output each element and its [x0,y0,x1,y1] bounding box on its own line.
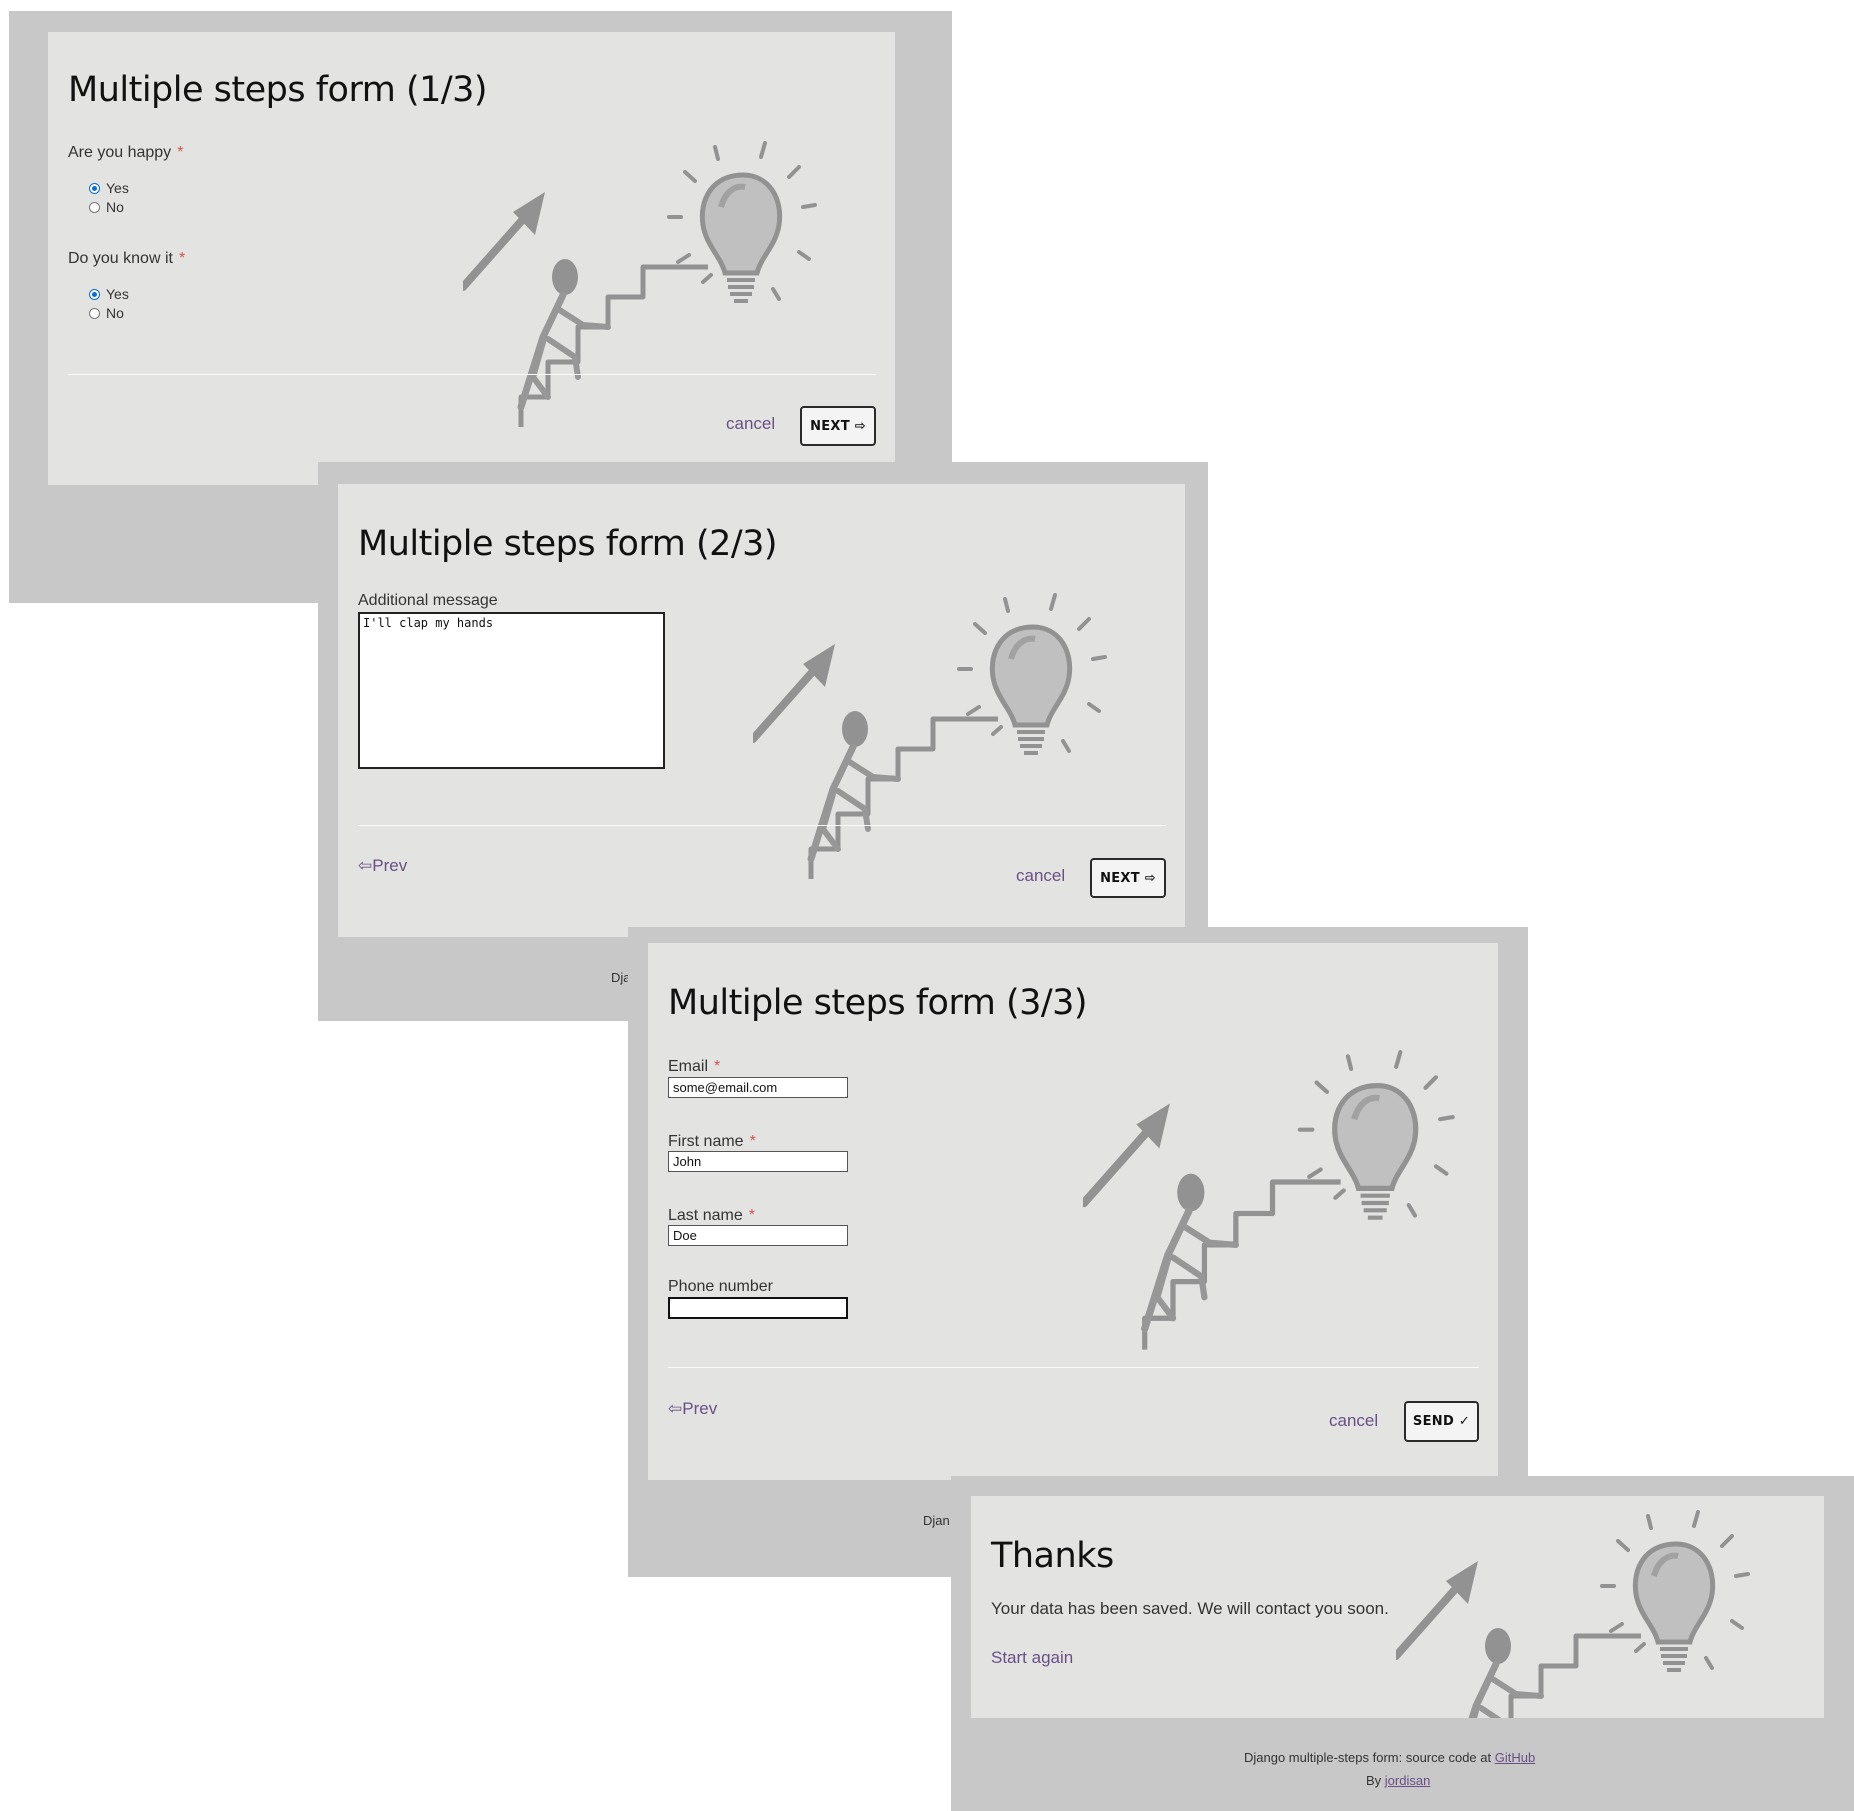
radio-selected-icon [89,182,100,194]
page-title: Multiple steps form (2/3) [358,524,778,564]
radio-know-yes[interactable]: Yes [89,286,129,302]
first-name-label: First name * [668,1133,756,1150]
step2-form-card: Multiple steps form (2/3) Additional mes… [338,484,1185,937]
form-divider [668,1367,1479,1368]
last-name-field[interactable]: Doe [668,1225,848,1246]
last-name-label: Last name * [668,1207,755,1224]
radio-unselected-icon [89,201,100,213]
email-label: Email * [668,1058,721,1075]
form-divider [358,825,1166,826]
question-label-happy: Are you happy * [68,144,184,161]
question-label-know: Do you know it * [68,250,186,267]
lightbulb-stairs-illustration-icon [463,77,843,485]
radio-selected-icon [89,288,100,300]
lightbulb-stairs-illustration-icon [1396,1496,1776,1718]
prev-link[interactable]: ⇦Prev [668,1399,717,1419]
cancel-link[interactable]: cancel [726,414,775,434]
radio-happy-no[interactable]: No [89,199,124,215]
email-field[interactable]: some@email.com [668,1077,848,1098]
footer-author: By jordisan [1366,1773,1431,1788]
message-label: Additional message [358,592,498,609]
step3-form-card: Multiple steps form (3/3) Email * some@em… [648,943,1498,1480]
phone-label: Phone number [668,1278,773,1295]
required-mark: * [714,1058,721,1075]
lightbulb-stairs-illustration-icon [1083,983,1483,1423]
lightbulb-stairs-illustration-icon [753,529,1133,937]
author-link[interactable]: jordisan [1385,1773,1431,1788]
required-mark: * [178,250,186,267]
start-again-link[interactable]: Start again [991,1648,1073,1668]
required-mark: * [749,1133,756,1150]
form-divider [68,374,876,375]
required-mark: * [177,144,184,161]
step1-form-card: Multiple steps form (1/3) Are you happy *… [48,32,895,485]
page-title: Multiple steps form (3/3) [668,983,1088,1023]
cancel-link[interactable]: cancel [1016,866,1065,886]
footer-partial: Djan [923,1513,950,1528]
first-name-field[interactable]: John [668,1151,848,1172]
radio-unselected-icon [89,307,100,319]
radio-know-no[interactable]: No [89,305,124,321]
message-textarea[interactable]: I'll clap my hands [358,612,665,769]
thanks-card: Thanks Your data has been saved. We will… [971,1496,1824,1718]
next-button[interactable]: NEXT ⇨ [1090,858,1166,898]
footer-source: Django multiple-steps form: source code … [1244,1750,1536,1765]
radio-happy-yes[interactable]: Yes [89,180,129,196]
page-title: Multiple steps form (1/3) [68,70,488,110]
thanks-window: Thanks Your data has been saved. We will… [951,1476,1854,1811]
cancel-link[interactable]: cancel [1329,1411,1378,1431]
page-title: Thanks [991,1536,1114,1576]
prev-link[interactable]: ⇦Prev [358,856,407,876]
send-button[interactable]: SEND ✓ [1404,1401,1479,1442]
github-link[interactable]: GitHub [1495,1750,1535,1765]
saved-message: Your data has been saved. We will contac… [991,1599,1389,1618]
next-button[interactable]: NEXT ⇨ [800,406,876,446]
required-mark: * [748,1207,755,1224]
phone-field[interactable] [668,1297,848,1319]
